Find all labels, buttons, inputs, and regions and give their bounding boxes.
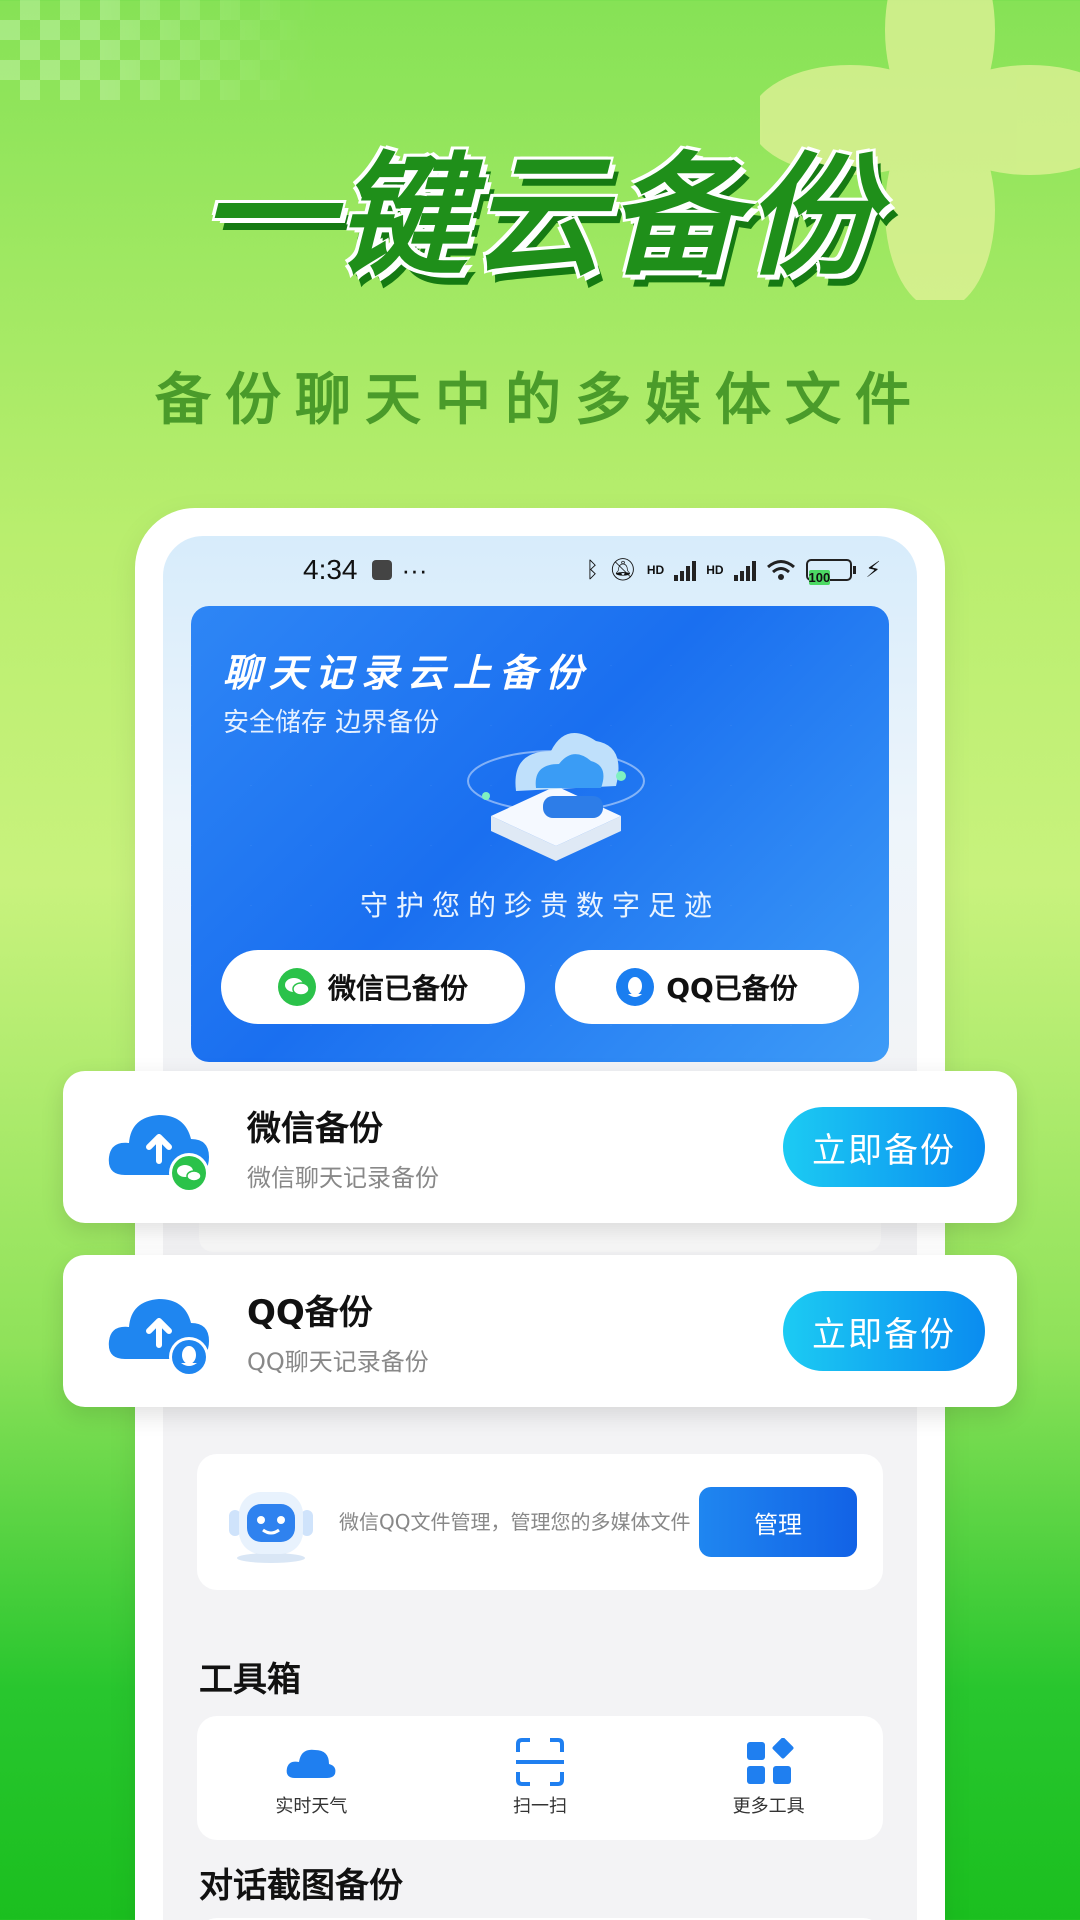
wechat-backup-card: 微信备份 微信聊天记录备份 立即备份 — [63, 1071, 1017, 1223]
qq-status-label: QQ已备份 — [666, 972, 798, 1005]
wechat-backup-title: 微信备份 — [247, 1109, 383, 1149]
banner-title: 聊天记录云上备份 — [223, 650, 592, 695]
hd-label-1: HD — [646, 563, 665, 577]
battery-icon: 100 — [805, 559, 856, 585]
hero-banner: 聊天记录云上备份 安全储存 边界备份 守护您的珍贵数字足迹 微信已备份 QQ已备… — [191, 606, 889, 1062]
wechat-backup-texts: 微信备份 微信聊天记录备份 — [247, 1101, 783, 1193]
file-manager-text: 微信QQ文件管理，管理您的多媒体文件 — [339, 1510, 691, 1534]
poster-headline: 一键云备份 — [200, 140, 880, 294]
apps-icon — [746, 1738, 794, 1784]
tool-scan[interactable]: 扫一扫 — [460, 1738, 620, 1818]
qq-backup-desc: QQ聊天记录备份 — [247, 1348, 429, 1376]
wifi-icon — [766, 560, 795, 580]
cloud-server-illustration — [467, 733, 645, 861]
mute-bell-icon: 🔕︎ — [608, 557, 637, 582]
qq-backup-now-button[interactable]: 立即备份 — [783, 1291, 985, 1371]
tool-more[interactable]: 更多工具 — [689, 1738, 849, 1818]
signal-icon — [674, 559, 697, 581]
scan-icon — [515, 1738, 564, 1786]
wechat-icon — [277, 968, 316, 1006]
qq-cloud-upload-icon — [108, 1299, 209, 1377]
wechat-backup-desc: 微信聊天记录备份 — [247, 1164, 439, 1192]
battery-level: 100 — [808, 570, 831, 585]
toolbox-card: 实时天气 扫一扫 更多工具 — [197, 1716, 883, 1840]
charging-icon: ⚡︎ — [865, 557, 881, 582]
file-manager-card: 微信QQ文件管理，管理您的多媒体文件 管理 — [197, 1454, 883, 1590]
banner-subtitle: 安全储存 边界备份 — [223, 708, 440, 738]
checker-decoration — [0, 0, 320, 100]
cloud-icon — [286, 1749, 336, 1778]
manage-button[interactable]: 管理 — [699, 1487, 857, 1557]
status-right: ᛒ 🔕︎ HD HD 100 ⚡︎ — [585, 557, 881, 585]
tool-scan-label: 扫一扫 — [512, 1796, 567, 1817]
qq-backup-title: QQ备份 — [247, 1293, 373, 1333]
robot-mascot-icon — [229, 1492, 313, 1563]
hd-label-2: HD — [706, 563, 724, 577]
wechat-status-button[interactable]: 微信已备份 — [221, 950, 525, 1024]
poster-subheadline: 备份聊天中的多媒体文件 — [155, 368, 925, 433]
wechat-status-label: 微信已备份 — [327, 972, 468, 1005]
screenshot-backup-title: 对话截图备份 — [199, 1866, 403, 1906]
qq-icon — [616, 968, 655, 1006]
toolbox-title: 工具箱 — [199, 1660, 301, 1700]
bluetooth-icon: ᛒ — [585, 557, 599, 582]
phone-screen: 4:34 ··· ᛒ 🔕︎ HD HD 100 ⚡︎ 聊天记录云上备份 安全储存… — [163, 536, 917, 1920]
wechat-cloud-upload-icon — [108, 1115, 209, 1193]
tool-weather[interactable]: 实时天气 — [231, 1738, 391, 1818]
notification-icon — [371, 560, 392, 580]
qq-backup-texts: QQ备份 QQ聊天记录备份 — [247, 1285, 783, 1377]
more-dots: ··· — [401, 554, 428, 585]
signal-icon — [733, 559, 756, 581]
status-time: 4:34 — [303, 554, 358, 585]
wechat-backup-now-button[interactable]: 立即备份 — [783, 1107, 985, 1187]
qq-status-button[interactable]: QQ已备份 — [555, 950, 859, 1024]
tool-weather-label: 实时天气 — [275, 1796, 348, 1817]
banner-tagline: 守护您的珍贵数字足迹 — [359, 889, 720, 922]
tool-more-label: 更多工具 — [732, 1796, 805, 1817]
status-misc: ··· — [371, 554, 428, 586]
backup-status-row: 微信已备份 QQ已备份 — [221, 950, 859, 1024]
qq-backup-card: QQ备份 QQ聊天记录备份 立即备份 — [63, 1255, 1017, 1407]
status-bar: 4:34 ··· ᛒ 🔕︎ HD HD 100 ⚡︎ — [163, 536, 917, 604]
